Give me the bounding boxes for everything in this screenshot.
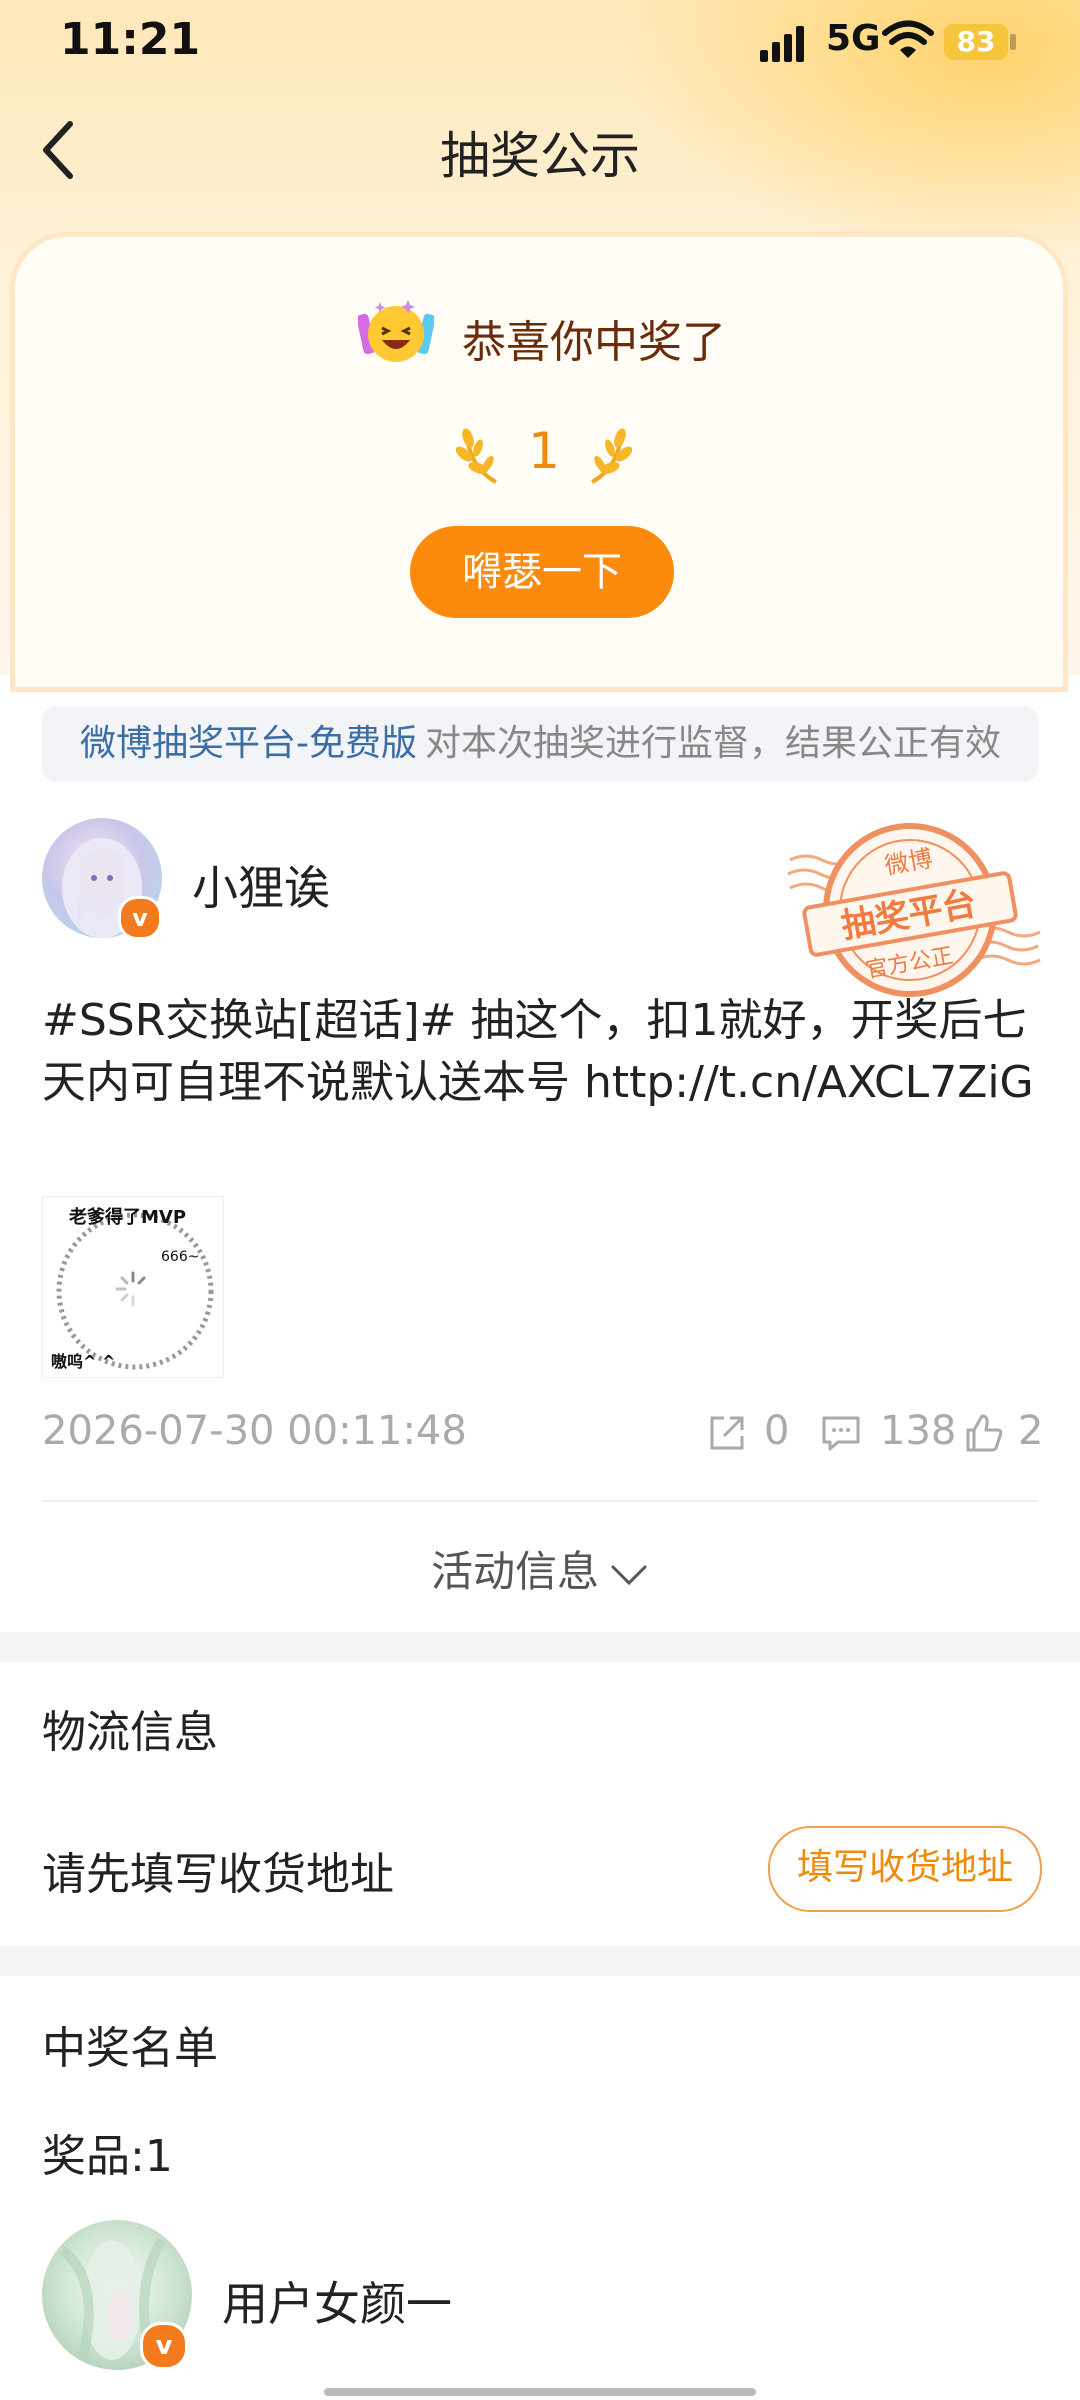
loading-spinner-icon (115, 1271, 146, 1307)
section-gap (0, 1946, 1080, 1976)
post-content: #SSR交换站[超话]# 抽这个，扣1就好，开奖后七天内可自理不说默认送本号 h… (42, 995, 1034, 1108)
signal-icon (760, 26, 804, 62)
like-count: 2 (1018, 1408, 1044, 1454)
image-text-bottom: 嗷呜^ ^ (51, 1352, 115, 1371)
winners-title: 中奖名单 (42, 2023, 218, 2074)
post-image-content: 老爹得了MVP 666~ 嗷呜^ ^ (51, 1206, 214, 1371)
network-type: 5G (826, 18, 881, 59)
logistics-title: 物流信息 (42, 1707, 218, 1758)
notice-text: 对本次抽奖进行监督，结果公正有效 (425, 723, 1002, 764)
activity-info-label: 活动信息 (430, 1547, 599, 1596)
chevron-down-icon (611, 1565, 647, 1585)
battery-level: 83 (944, 24, 1008, 60)
status-bar: 11:21 5G 83 (0, 0, 1080, 84)
prize-label: 奖品:1 (42, 2131, 173, 2182)
verified-badge-icon: v (140, 2322, 188, 2370)
winner-name[interactable]: 用户女颜一 (222, 2268, 452, 2334)
battery-icon (1010, 34, 1016, 50)
divider (42, 1500, 1038, 1502)
congrats-text: 恭喜你中奖了 (462, 317, 726, 368)
laughing-emoji-icon (358, 300, 434, 362)
like-icon[interactable] (962, 1412, 1004, 1454)
verified-badge-icon: v (118, 896, 162, 940)
repost-icon[interactable] (706, 1412, 748, 1454)
platform-link[interactable]: 微博抽奖平台-免费版 (80, 723, 417, 764)
address-prompt: 请先填写收货地址 (42, 1849, 394, 1900)
image-text-right: 666~ (161, 1249, 199, 1265)
repost-count: 0 (764, 1408, 790, 1454)
page-title: 抽奖公示 (440, 127, 640, 185)
section-gap (0, 1632, 1080, 1662)
laurel-right-icon (590, 428, 632, 484)
post-image[interactable]: 老爹得了MVP 666~ 嗷呜^ ^ (42, 1196, 224, 1378)
image-text-top: 老爹得了MVP (69, 1206, 186, 1228)
author-name[interactable]: 小狸诶 (192, 852, 330, 918)
win-count: 1 (528, 422, 560, 480)
post-timestamp: 2026-07-30 00:11:48 (42, 1408, 467, 1454)
home-indicator[interactable] (324, 2388, 756, 2396)
comment-count: 138 (880, 1408, 957, 1454)
share-button[interactable]: 嘚瑟一下 (410, 526, 674, 618)
lottery-stamp-icon: 微博 抽奖平台 官方公正 (787, 823, 1041, 997)
fill-address-button[interactable]: 填写收货地址 (768, 1826, 1042, 1912)
wifi-icon (882, 20, 934, 58)
comment-icon[interactable] (820, 1412, 862, 1454)
platform-notice: 微博抽奖平台-免费版 对本次抽奖进行监督，结果公正有效 (42, 706, 1038, 782)
laurel-left-icon (456, 428, 498, 484)
activity-info-toggle[interactable]: 活动信息 (0, 1538, 1080, 1599)
status-time: 11:21 (60, 14, 201, 65)
